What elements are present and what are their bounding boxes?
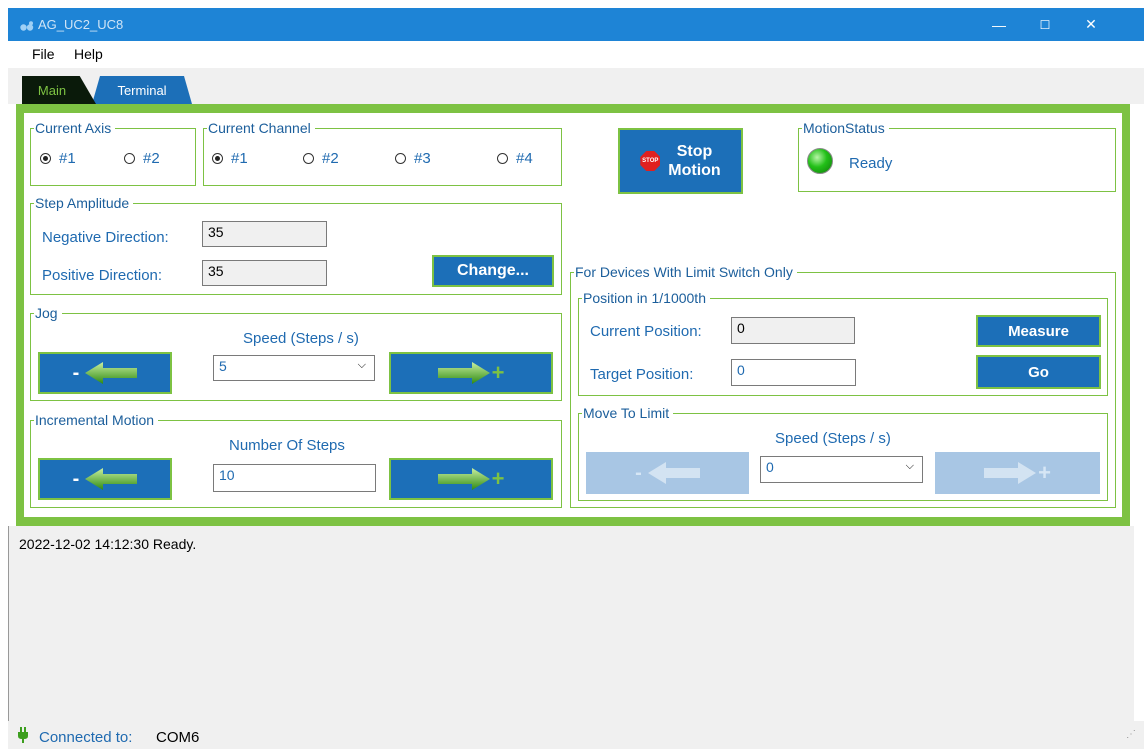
- stop-motion-line1: Stop: [676, 143, 713, 160]
- connected-to-label: Connected to:: [39, 729, 133, 746]
- menu-bar: File Help: [8, 41, 1144, 68]
- current-channel-title: Current Channel: [207, 120, 315, 136]
- negative-direction-label: Negative Direction:: [42, 229, 169, 246]
- log-area[interactable]: 2022-12-02 14:12:30 Ready.: [8, 526, 1134, 721]
- arrow-left-icon: [647, 462, 700, 484]
- maximize-button[interactable]: ☐: [1022, 8, 1068, 41]
- position-title: Position in 1/1000th: [582, 290, 710, 306]
- jog-minus-sign: -: [72, 361, 80, 384]
- incremental-minus-sign: -: [72, 467, 80, 490]
- incremental-motion-title: Incremental Motion: [34, 412, 159, 428]
- incremental-plus-sign: +: [491, 466, 505, 491]
- measure-button[interactable]: Measure: [976, 315, 1101, 347]
- jog-plus-sign: +: [491, 360, 505, 385]
- axis-radio-2-label: #2: [143, 150, 160, 167]
- target-position-label: Target Position:: [590, 366, 694, 383]
- chevron-down-icon: ⌵: [357, 359, 366, 371]
- radio-unchecked-icon: [124, 153, 135, 164]
- limit-speed-label: Speed (Steps / s): [775, 430, 891, 447]
- minimize-icon: —: [992, 16, 1006, 33]
- tab-terminal[interactable]: Terminal: [92, 76, 192, 104]
- arrow-left-icon: [85, 468, 138, 490]
- stop-motion-label: Stop Motion: [668, 142, 720, 180]
- jog-positive-button[interactable]: +: [389, 352, 553, 394]
- radio-unchecked-icon: [303, 153, 314, 164]
- limit-speed-value: 0: [766, 459, 774, 475]
- channel-radio-4[interactable]: #4: [497, 150, 533, 167]
- jog-title: Jog: [34, 305, 62, 321]
- limit-minus-sign: -: [635, 461, 642, 484]
- arrow-right-icon: [984, 462, 1037, 484]
- channel-radio-4-label: #4: [516, 150, 533, 167]
- move-to-limit-title: Move To Limit: [582, 405, 674, 421]
- limit-speed-select[interactable]: 0 ⌵: [760, 456, 923, 483]
- chevron-down-icon: ⌵: [905, 460, 914, 472]
- stop-sign-icon: STOP: [640, 151, 661, 171]
- axis-radio-1-label: #1: [59, 150, 76, 167]
- close-button[interactable]: ✕: [1068, 8, 1114, 41]
- motion-status-text: Ready: [849, 155, 893, 172]
- incremental-negative-button[interactable]: -: [38, 458, 172, 500]
- arrow-left-icon: [85, 362, 138, 384]
- radio-unchecked-icon: [497, 153, 508, 164]
- arrow-right-icon: [437, 362, 490, 384]
- channel-radio-1-label: #1: [231, 150, 248, 167]
- limit-positive-button[interactable]: +: [935, 452, 1100, 494]
- channel-radio-1[interactable]: #1: [212, 150, 248, 167]
- current-axis-title: Current Axis: [34, 120, 116, 136]
- positive-direction-label: Positive Direction:: [42, 267, 163, 284]
- minimize-button[interactable]: —: [976, 8, 1022, 41]
- number-of-steps-label: Number Of Steps: [229, 437, 345, 454]
- stop-motion-button[interactable]: STOP Stop Motion: [618, 128, 743, 194]
- motion-status-title: MotionStatus: [802, 120, 889, 136]
- negative-direction-field[interactable]: 35: [202, 221, 327, 247]
- go-button[interactable]: Go: [976, 355, 1101, 389]
- log-line: 2022-12-02 14:12:30 Ready.: [19, 536, 197, 552]
- step-amplitude-title: Step Amplitude: [34, 195, 134, 211]
- arrow-right-icon: [437, 468, 490, 490]
- limit-negative-button[interactable]: -: [586, 452, 749, 494]
- channel-radio-2-label: #2: [322, 150, 339, 167]
- jog-speed-label: Speed (Steps / s): [243, 330, 359, 347]
- positive-direction-field[interactable]: 35: [202, 260, 327, 286]
- channel-radio-3-label: #3: [414, 150, 431, 167]
- incremental-positive-button[interactable]: +: [389, 458, 553, 500]
- channel-radio-2[interactable]: #2: [303, 150, 339, 167]
- number-of-steps-input[interactable]: 10: [213, 464, 376, 492]
- title-bar: AG_UC2_UC8 — ☐ ✕: [8, 8, 1144, 41]
- menu-file[interactable]: File: [32, 46, 55, 62]
- jog-speed-select[interactable]: 5 ⌵: [213, 355, 375, 381]
- jog-negative-button[interactable]: -: [38, 352, 172, 394]
- jog-speed-value: 5: [219, 358, 227, 374]
- current-position-field: 0: [731, 317, 855, 344]
- change-button[interactable]: Change...: [432, 255, 554, 287]
- radio-checked-icon: [212, 153, 223, 164]
- current-position-label: Current Position:: [590, 323, 702, 340]
- motion-status-group: [798, 128, 1116, 192]
- limit-plus-sign: +: [1038, 460, 1051, 485]
- limit-switch-title: For Devices With Limit Switch Only: [574, 264, 797, 280]
- close-icon: ✕: [1085, 16, 1097, 32]
- status-led-icon: [807, 148, 833, 174]
- resize-grip-icon[interactable]: ⋰: [1126, 729, 1136, 740]
- axis-radio-1[interactable]: #1: [40, 150, 76, 167]
- maximize-icon: ☐: [1039, 17, 1051, 32]
- status-bar: Connected to: COM6 ⋰: [8, 721, 1144, 749]
- axis-radio-2[interactable]: #2: [124, 150, 160, 167]
- radio-checked-icon: [40, 153, 51, 164]
- menu-help[interactable]: Help: [74, 46, 103, 62]
- plug-icon: [18, 727, 28, 743]
- app-icon: [20, 21, 34, 31]
- connected-port: COM6: [156, 729, 200, 746]
- tab-main-label: Main: [37, 82, 67, 98]
- stop-motion-line2: Motion: [668, 162, 721, 179]
- target-position-input[interactable]: 0: [731, 359, 856, 386]
- radio-unchecked-icon: [395, 153, 406, 164]
- channel-radio-3[interactable]: #3: [395, 150, 431, 167]
- window-title: AG_UC2_UC8: [38, 17, 124, 32]
- tab-terminal-label: Terminal: [117, 82, 167, 98]
